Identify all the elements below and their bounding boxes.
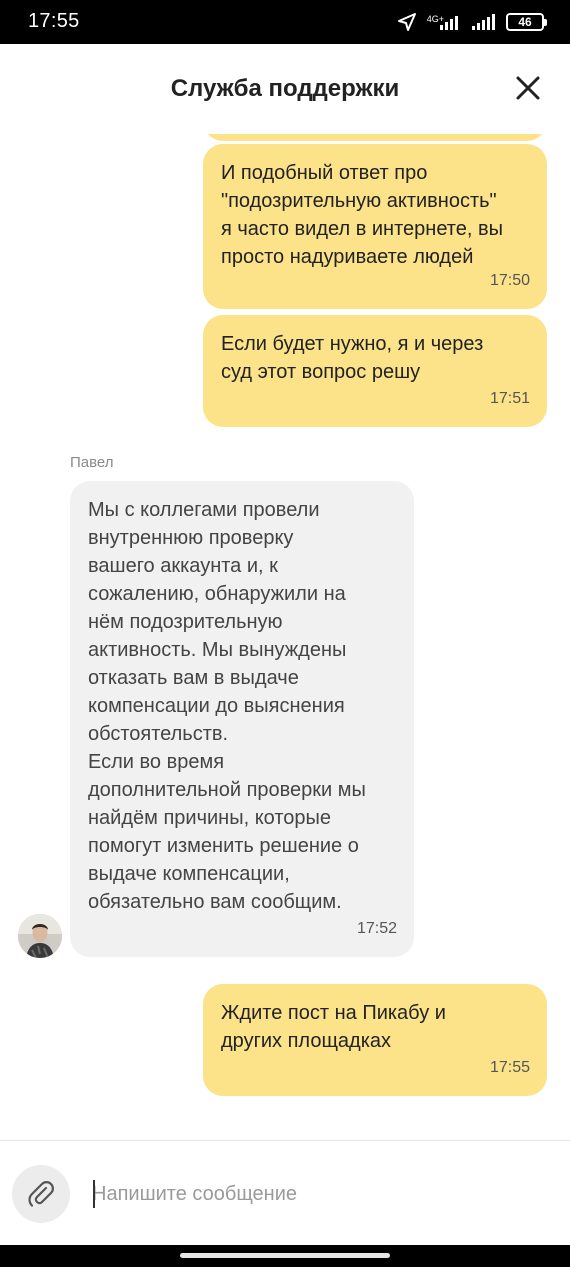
message-bubble-outgoing[interactable]: Ждите пост на Пикабу и других площадках …	[203, 984, 547, 1096]
message-text: Ждите пост на Пикабу и других площадках	[221, 1002, 446, 1052]
paperclip-icon	[28, 1181, 54, 1207]
message-time: 17:52	[356, 920, 397, 937]
sender-name: Павел	[70, 454, 114, 471]
attach-button[interactable]	[12, 1165, 70, 1223]
status-time: 17:55	[28, 10, 80, 32]
message-list[interactable]: И подобный ответ про "подозрительную акт…	[0, 134, 570, 1140]
status-bar: 17:55 4G+ 46	[0, 0, 570, 44]
avatar[interactable]	[18, 914, 62, 958]
location-arrow-icon	[397, 12, 417, 32]
system-nav-bar	[0, 1245, 570, 1267]
text-cursor	[93, 1180, 95, 1208]
message-bubble-partial	[203, 134, 547, 141]
signal-icon	[472, 14, 496, 30]
close-button[interactable]	[514, 74, 542, 102]
message-text: Мы с коллегами провели внутреннюю провер…	[88, 499, 366, 913]
message-time: 17:51	[489, 390, 530, 407]
message-composer	[0, 1140, 570, 1245]
message-time: 17:50	[489, 272, 530, 289]
battery-icon: 46	[506, 13, 547, 31]
home-indicator[interactable]	[180, 1253, 390, 1258]
page-title: Служба поддержки	[170, 75, 400, 102]
message-bubble-incoming[interactable]: Мы с коллегами провели внутреннюю провер…	[70, 481, 414, 957]
message-text: Если будет нужно, я и через суд этот воп…	[221, 333, 484, 383]
signal-4g-icon: 4G+	[427, 14, 462, 30]
message-input[interactable]	[92, 1177, 532, 1211]
battery-level: 46	[518, 15, 532, 29]
message-bubble-outgoing[interactable]: Если будет нужно, я и через суд этот воп…	[203, 315, 547, 427]
close-icon	[516, 76, 540, 100]
message-time: 17:55	[489, 1059, 530, 1076]
message-bubble-outgoing[interactable]: И подобный ответ про "подозрительную акт…	[203, 144, 547, 309]
message-text: И подобный ответ про "подозрительную акт…	[221, 162, 503, 268]
status-icons: 4G+ 46	[397, 10, 547, 34]
chat-header: Служба поддержки	[0, 44, 570, 134]
